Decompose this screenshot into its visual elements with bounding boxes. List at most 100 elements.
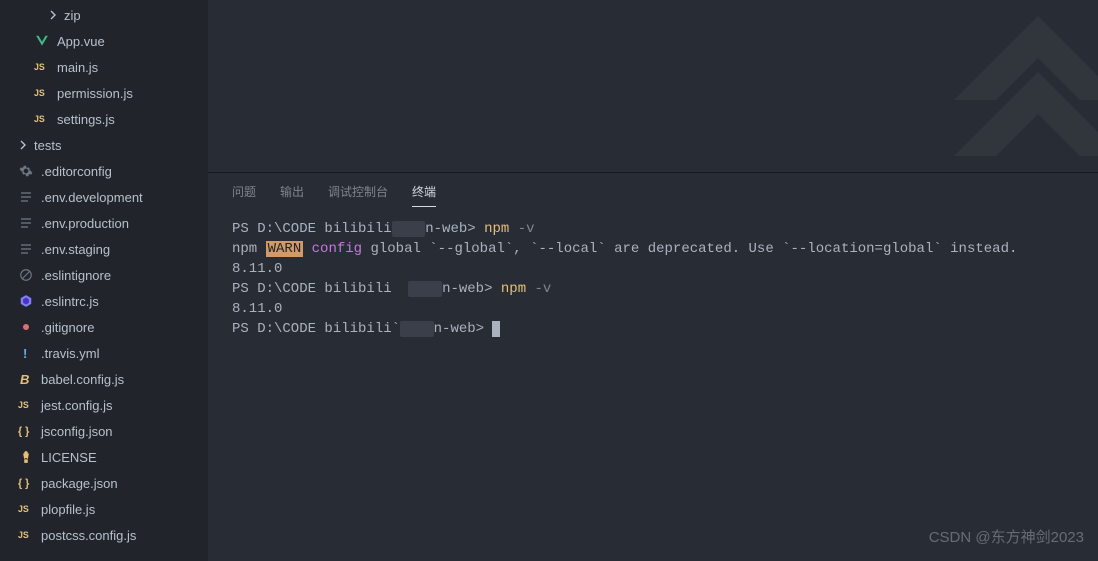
js-icon: JS	[18, 527, 34, 543]
file-name-label: babel.config.js	[41, 372, 124, 387]
file-item[interactable]: JS main.js	[0, 54, 208, 80]
background-logo	[898, 0, 1098, 172]
file-name-label: .env.production	[41, 216, 129, 231]
svg-text:JS: JS	[18, 504, 29, 514]
watermark: CSDN @东方神剑2023	[929, 526, 1084, 547]
svg-text:JS: JS	[34, 62, 45, 72]
svg-text:B: B	[20, 372, 29, 386]
panel-tab[interactable]: 终端	[412, 175, 436, 207]
chevron-right-icon	[18, 140, 28, 150]
vue-icon	[34, 33, 50, 49]
panel-tab[interactable]: 调试控制台	[328, 175, 388, 207]
chevron-right-icon	[48, 10, 58, 20]
file-item[interactable]: .env.development	[0, 184, 208, 210]
eslint-icon	[18, 293, 34, 309]
lines-icon	[18, 241, 34, 257]
file-item[interactable]: JS settings.js	[0, 106, 208, 132]
file-item[interactable]: JS postcss.config.js	[0, 522, 208, 548]
warn-badge: WARN	[266, 241, 304, 257]
file-item[interactable]: .gitignore	[0, 314, 208, 340]
js-icon: JS	[34, 111, 50, 127]
file-name-label: package.json	[41, 476, 118, 491]
prompt: PS D:\CODE bilibili n-web>	[232, 221, 476, 237]
config-text: config	[312, 241, 362, 257]
eslint-gray-icon	[18, 267, 34, 283]
brace-icon: { }	[18, 423, 34, 439]
excl-icon: !	[18, 345, 34, 361]
terminal-line: PS D:\CODE bilibili` n-web>	[232, 319, 1074, 339]
file-item[interactable]: .eslintignore	[0, 262, 208, 288]
file-name-label: tests	[34, 138, 61, 153]
git-icon	[18, 319, 34, 335]
file-name-label: .editorconfig	[41, 164, 112, 179]
folder-item[interactable]: tests	[0, 132, 208, 158]
terminal-content[interactable]: PS D:\CODE bilibili n-web> npm -v npm WA…	[208, 209, 1098, 561]
panel-tab[interactable]: 问题	[232, 175, 256, 207]
gear-icon	[18, 163, 34, 179]
panel-tabs: 问题输出调试控制台终端	[208, 173, 1098, 209]
file-name-label: postcss.config.js	[41, 528, 136, 543]
file-name-label: jsconfig.json	[41, 424, 113, 439]
editor-area	[208, 0, 1098, 172]
command-name: npm	[484, 221, 509, 237]
svg-text:{ }: { }	[18, 478, 29, 490]
bottom-panel: 问题输出调试控制台终端 PS D:\CODE bilibili n-web> n…	[208, 172, 1098, 561]
babel-icon: B	[18, 371, 34, 387]
file-name-label: jest.config.js	[41, 398, 113, 413]
file-item[interactable]: ! .travis.yml	[0, 340, 208, 366]
file-name-label: .travis.yml	[41, 346, 100, 361]
file-name-label: .eslintrc.js	[41, 294, 99, 309]
svg-text:JS: JS	[18, 530, 29, 540]
svg-text:JS: JS	[34, 114, 45, 124]
redacted-text	[408, 281, 442, 297]
file-name-label: settings.js	[57, 112, 115, 127]
file-name-label: permission.js	[57, 86, 133, 101]
file-item[interactable]: .env.production	[0, 210, 208, 236]
lines-icon	[18, 215, 34, 231]
js-icon: JS	[34, 59, 50, 75]
file-item[interactable]: LICENSE	[0, 444, 208, 470]
svg-text:JS: JS	[34, 88, 45, 98]
command-flag: -v	[518, 221, 535, 237]
file-item[interactable]: .env.staging	[0, 236, 208, 262]
folder-item[interactable]: zip	[0, 2, 208, 28]
brace-icon: { }	[18, 475, 34, 491]
panel-tab[interactable]: 输出	[280, 175, 304, 207]
file-item[interactable]: { } package.json	[0, 470, 208, 496]
file-name-label: .eslintignore	[41, 268, 111, 283]
terminal-line: PS D:\CODE bilibili n-web> npm -v	[232, 219, 1074, 239]
terminal-cursor	[492, 321, 500, 337]
js-icon: JS	[34, 85, 50, 101]
main-area: 问题输出调试控制台终端 PS D:\CODE bilibili n-web> n…	[208, 0, 1098, 561]
file-item[interactable]: JS jest.config.js	[0, 392, 208, 418]
file-item[interactable]: { } jsconfig.json	[0, 418, 208, 444]
js-icon: JS	[18, 501, 34, 517]
file-name-label: plopfile.js	[41, 502, 95, 517]
file-item[interactable]: JS plopfile.js	[0, 496, 208, 522]
file-name-label: App.vue	[57, 34, 105, 49]
svg-text:{ }: { }	[18, 426, 29, 438]
file-name-label: main.js	[57, 60, 98, 75]
file-item[interactable]: Bbabel.config.js	[0, 366, 208, 392]
js-icon: JS	[18, 397, 34, 413]
prompt: PS D:\CODE bilibili n-web>	[232, 281, 492, 297]
command-flag: -v	[535, 281, 552, 297]
terminal-line: 8.11.0	[232, 259, 1074, 279]
file-name-label: .env.development	[41, 190, 143, 205]
lines-icon	[18, 189, 34, 205]
file-item[interactable]: JS permission.js	[0, 80, 208, 106]
file-name-label: .gitignore	[41, 320, 94, 335]
terminal-line: PS D:\CODE bilibili n-web> npm -v	[232, 279, 1074, 299]
license-icon	[18, 449, 34, 465]
file-item[interactable]: .editorconfig	[0, 158, 208, 184]
svg-text:JS: JS	[18, 400, 29, 410]
file-item[interactable]: .eslintrc.js	[0, 288, 208, 314]
file-name-label: .env.staging	[41, 242, 110, 257]
redacted-text	[400, 321, 434, 337]
file-item[interactable]: App.vue	[0, 28, 208, 54]
svg-text:!: !	[23, 346, 27, 360]
prompt: PS D:\CODE bilibili` n-web>	[232, 321, 484, 337]
file-name-label: zip	[64, 8, 81, 23]
file-explorer-sidebar[interactable]: zip App.vue JS main.js JS permission.js JS sett…	[0, 0, 208, 561]
command-name: npm	[501, 281, 526, 297]
